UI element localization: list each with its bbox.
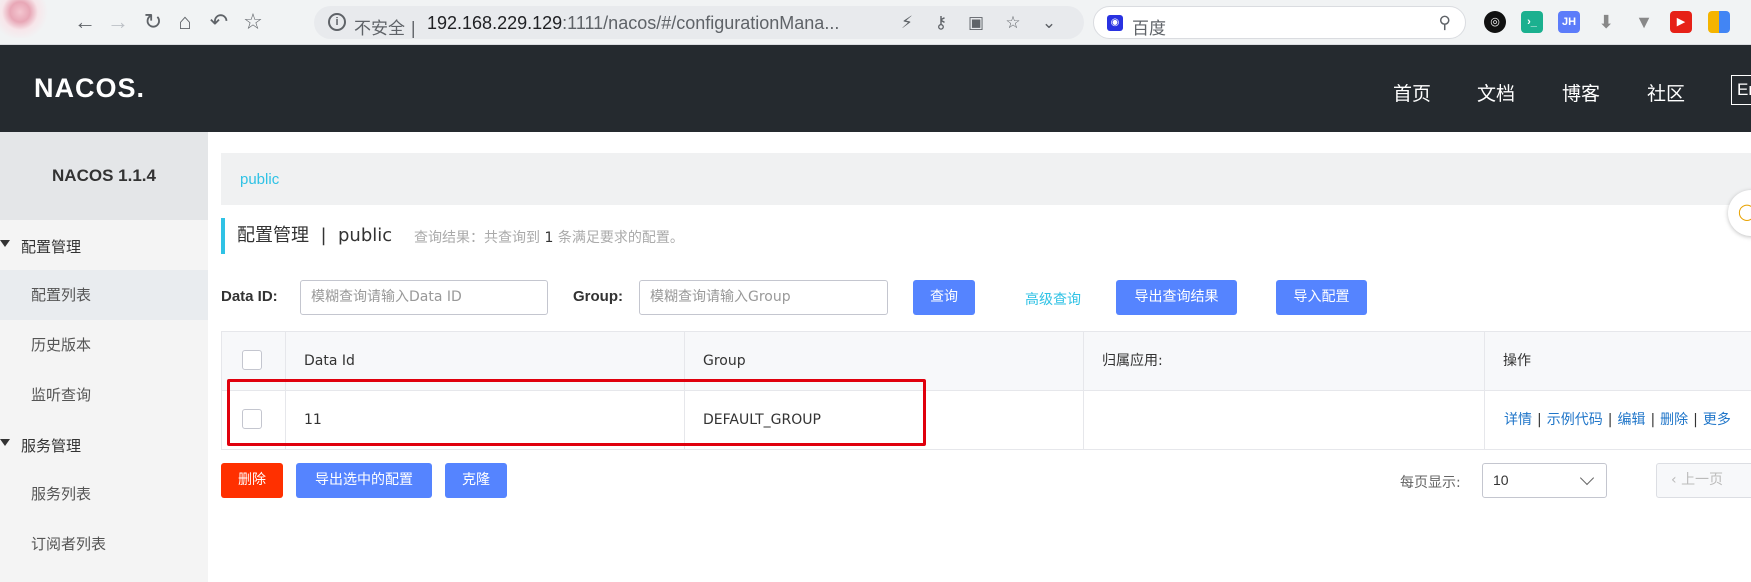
- version-label: NACOS 1.1.4: [0, 132, 208, 220]
- col-actions: 操作: [1503, 353, 1531, 369]
- advanced-query-link[interactable]: 高级查询: [1025, 289, 1081, 309]
- undo-icon[interactable]: ↶: [206, 9, 232, 35]
- query-button[interactable]: 查询: [913, 280, 975, 315]
- clone-button[interactable]: 克隆: [445, 463, 507, 498]
- import-config-button[interactable]: 导入配置: [1276, 280, 1367, 315]
- action-more-link[interactable]: 更多: [1703, 412, 1731, 428]
- action-delete-link[interactable]: 删除: [1660, 412, 1688, 428]
- nav-blog[interactable]: 博客: [1562, 79, 1600, 106]
- chevron-down-icon[interactable]: ⌄: [1038, 13, 1060, 33]
- baidu-icon: ◉: [1107, 15, 1123, 31]
- reload-icon[interactable]: ↻: [140, 9, 166, 35]
- sidebar-item-listener-query[interactable]: 监听查询: [0, 370, 208, 420]
- sidebar-item-service-list[interactable]: 服务列表: [0, 469, 208, 519]
- vue-devtools-icon[interactable]: ▼: [1633, 11, 1655, 33]
- namespace-bar: public: [221, 153, 1751, 205]
- forward-icon[interactable]: →: [105, 9, 131, 35]
- app-header: NACOS. 首页 文档 博客 社区 En: [0, 45, 1751, 132]
- page-title-namespace: public: [337, 225, 393, 246]
- address-bar[interactable]: i 不安全 | 192.168.229.129:1111/nacos/#/con…: [314, 6, 1084, 39]
- page-title: 配置管理 | public 查询结果：共查询到 1 条满足要求的配置。: [221, 218, 684, 254]
- select-all-checkbox[interactable]: [242, 350, 262, 370]
- group-label: Group:: [573, 288, 623, 305]
- action-detail-link[interactable]: 详情: [1504, 412, 1532, 428]
- dataid-input[interactable]: 模糊查询请输入Data ID: [300, 280, 548, 315]
- url-text[interactable]: 192.168.229.129:1111/nacos/#/configurati…: [427, 13, 839, 34]
- sidebar: NACOS 1.1.4 配置管理 配置列表 历史版本 监听查询 服务管理 服务列…: [0, 132, 208, 582]
- chevron-down-icon: [1579, 470, 1595, 486]
- language-toggle[interactable]: En: [1731, 75, 1751, 105]
- profile-avatar[interactable]: [0, 0, 55, 38]
- caret-down-icon: [0, 240, 10, 247]
- page-size-label: 每页显示:: [1400, 475, 1461, 491]
- annotation-highlight-box: [227, 379, 926, 446]
- chevron-left-icon: ‹: [1671, 472, 1677, 488]
- dataid-label: Data ID:: [221, 288, 278, 305]
- star-icon[interactable]: ☆: [240, 9, 266, 35]
- download-icon[interactable]: ⬇: [1595, 11, 1617, 33]
- sidebar-item-config-list[interactable]: 配置列表: [0, 270, 208, 320]
- translate-icon[interactable]: ▣: [965, 13, 987, 33]
- key-icon[interactable]: ⚷: [930, 13, 952, 33]
- browser-toolbar: ← → ↻ ⌂ ↶ ☆ i 不安全 | 192.168.229.129:1111…: [0, 0, 1751, 45]
- security-label: 不安全 |: [354, 19, 417, 39]
- extension-jh-icon[interactable]: JH: [1558, 11, 1580, 33]
- sidebar-item-subscriber-list[interactable]: 订阅者列表: [0, 519, 208, 569]
- page-size-select[interactable]: 10: [1482, 463, 1607, 498]
- caret-down-icon: [0, 439, 10, 446]
- col-app[interactable]: 归属应用:: [1084, 332, 1485, 391]
- nav-docs[interactable]: 文档: [1477, 79, 1515, 106]
- cell-app: [1084, 391, 1485, 450]
- nav-home[interactable]: 首页: [1393, 79, 1431, 106]
- export-results-button[interactable]: 导出查询结果: [1116, 280, 1237, 315]
- action-edit-link[interactable]: 编辑: [1617, 412, 1645, 428]
- nav-community[interactable]: 社区: [1647, 79, 1685, 106]
- lightning-icon[interactable]: ⚡: [896, 13, 918, 33]
- namespace-tab-public[interactable]: public: [240, 171, 279, 188]
- back-icon[interactable]: ←: [72, 9, 98, 35]
- row-actions: 详情 | 示例代码 | 编辑 | 删除 | 更多: [1504, 412, 1731, 428]
- home-icon[interactable]: ⌂: [172, 9, 198, 35]
- page-title-main: 配置管理: [237, 225, 309, 246]
- query-result-text: 查询结果：共查询到 1 条满足要求的配置。: [414, 230, 684, 246]
- prev-page-button[interactable]: ‹ 上一页: [1656, 463, 1751, 498]
- bookmark-star-icon[interactable]: ☆: [1002, 13, 1024, 33]
- search-engine-label: 百度: [1132, 19, 1166, 39]
- extension-chatgpt-icon[interactable]: ◎: [1484, 11, 1506, 33]
- extension-apps-icon[interactable]: [1708, 11, 1730, 33]
- info-icon[interactable]: i: [328, 13, 346, 31]
- nacos-logo[interactable]: NACOS.: [34, 73, 145, 104]
- delete-button[interactable]: 删除: [221, 463, 283, 498]
- sidebar-item-history[interactable]: 历史版本: [0, 320, 208, 370]
- extension-terminal-icon[interactable]: ›_: [1521, 11, 1543, 33]
- export-selected-button[interactable]: 导出选中的配置: [296, 463, 432, 498]
- search-box[interactable]: ◉ 百度 ⚲: [1093, 6, 1466, 39]
- group-input[interactable]: 模糊查询请输入Group: [639, 280, 888, 315]
- action-sample-code-link[interactable]: 示例代码: [1547, 412, 1603, 428]
- extension-video-icon[interactable]: ▶: [1670, 11, 1692, 33]
- search-icon[interactable]: ⚲: [1439, 13, 1451, 33]
